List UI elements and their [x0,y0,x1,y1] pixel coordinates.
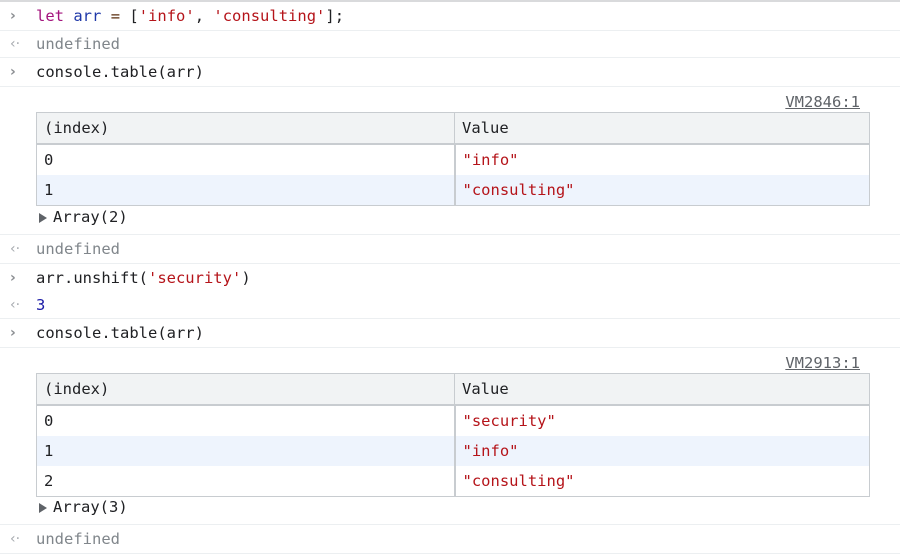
console-output-row: ‹· undefined [0,31,900,58]
console-table: (index) Value 0 "security" 1 "info" 2 "c… [36,373,870,497]
source-link[interactable]: VM2913:1 [785,354,860,372]
value-cell: "consulting" [462,472,575,490]
console-input-row[interactable]: › console.table(arr) [0,319,900,348]
array-expander[interactable]: Array(2) [36,208,128,226]
console-output-text: undefined [36,35,120,53]
console-input-row[interactable]: › console.table(arr) [0,58,900,87]
return-arrow-icon: ‹· [10,36,21,52]
table-row: 2 "consulting" [36,466,870,497]
chevron-right-icon: › [10,325,16,341]
index-cell: 0 [36,144,456,175]
return-arrow-icon: ‹· [10,531,21,547]
console-output-number: 3 [36,296,46,314]
expand-triangle-icon[interactable] [39,502,47,513]
console-output-text: undefined [36,530,120,548]
column-header-value[interactable]: Value [454,373,870,406]
value-cell: "consulting" [454,175,870,206]
console-output-text: undefined [36,240,120,258]
console-input-row[interactable]: › arr.unshift('security') ‹· 3 [0,264,900,319]
table-row: 0 "info" [36,144,870,175]
source-link[interactable]: VM2846:1 [785,93,860,111]
column-header-index[interactable]: (index) [36,112,455,145]
console-table: (index) Value 0 "info" 1 "consulting" [36,112,870,206]
console-input-code: arr.unshift('security') [36,269,251,287]
value-cell: "info" [454,436,870,466]
devtools-console: › let arr = ['info', 'consulting']; ‹· u… [0,0,900,559]
value-cell: "info" [462,151,519,169]
console-table-output: VM2846:1 (index) Value 0 "info" 1 "consu… [0,87,900,235]
chevron-right-icon: › [10,270,16,286]
return-arrow-icon: ‹· [10,241,21,257]
table-row: 1 "info" [36,436,870,466]
array-expander[interactable]: Array(3) [36,498,128,516]
console-table-output: VM2913:1 (index) Value 0 "security" 1 "i… [0,348,900,525]
array-label: Array(2) [53,208,128,226]
chevron-right-icon: › [10,64,16,80]
index-cell: 1 [36,436,456,466]
return-arrow-icon: ‹· [10,297,21,313]
console-input-code: console.table(arr) [36,63,204,81]
array-label: Array(3) [53,498,128,516]
chevron-right-icon: › [10,8,16,24]
table-row: 0 "security" [36,405,870,436]
index-cell: 1 [36,175,456,206]
column-header-index[interactable]: (index) [36,373,455,406]
column-header-value[interactable]: Value [454,112,870,145]
index-cell: 2 [36,466,456,497]
table-row: 1 "consulting" [36,175,870,206]
value-cell: "security" [462,412,556,430]
expand-triangle-icon[interactable] [39,212,47,223]
console-input-code: let arr = ['info', 'consulting']; [36,7,345,25]
console-output-row: ‹· undefined [0,235,900,264]
index-cell: 0 [36,405,456,436]
console-input-code: console.table(arr) [36,324,204,342]
console-output-row: ‹· undefined [0,525,900,554]
console-input-row[interactable]: › let arr = ['info', 'consulting']; [0,2,900,31]
